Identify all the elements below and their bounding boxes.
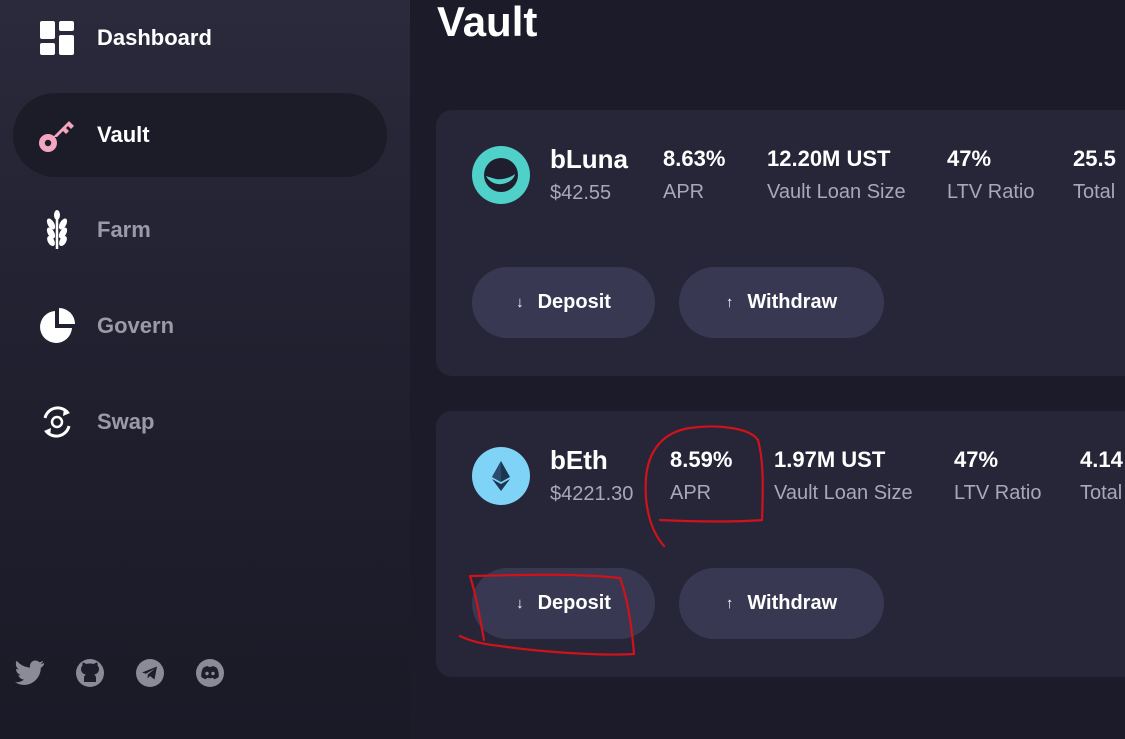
social-links	[14, 657, 226, 689]
sidebar-item-dashboard[interactable]: Dashboard	[13, 0, 387, 80]
stat-value: 1.97M UST	[774, 447, 886, 472]
sidebar-item-label: Dashboard	[97, 25, 212, 50]
sidebar-item-govern[interactable]: Govern	[13, 284, 387, 368]
apr-stat: 8.63% APR	[663, 146, 725, 204]
arrow-up-icon: ↑	[725, 294, 734, 311]
withdraw-button[interactable]: ↑ Withdraw	[679, 267, 884, 338]
withdraw-label: Withdraw	[747, 592, 838, 614]
vault-price: $42.55	[550, 182, 612, 204]
stat-value: 25.5	[1073, 146, 1116, 171]
sidebar-item-swap[interactable]: Swap	[13, 380, 387, 464]
sidebar-item-label: Swap	[97, 409, 155, 434]
withdraw-button[interactable]: ↑ Withdraw	[679, 568, 884, 639]
pie-chart-icon	[37, 306, 77, 346]
arrow-up-icon: ↑	[725, 595, 734, 612]
vault-card-beth: bEth $4221.30 8.59% APR 1.97M UST Vault …	[436, 411, 1125, 677]
stat-value: 8.63%	[663, 146, 726, 171]
total-stat: 4.14 Total	[1080, 447, 1123, 505]
stat-value: 47%	[954, 447, 999, 472]
deposit-button[interactable]: ↓ Deposit	[472, 267, 655, 338]
stat-value: 12.20M UST	[767, 146, 891, 171]
stat-label: Vault Loan Size	[774, 482, 913, 504]
swap-icon	[37, 402, 77, 442]
stat-label: LTV Ratio	[954, 482, 1042, 504]
key-icon	[37, 115, 77, 155]
ltv-ratio-stat: 47% LTV Ratio	[947, 146, 1034, 204]
stat-label: Total	[1080, 482, 1123, 504]
sidebar-item-label: Vault	[97, 122, 150, 147]
sidebar-item-vault[interactable]: Vault	[13, 93, 387, 177]
deposit-label: Deposit	[537, 592, 611, 614]
page-title: Vault	[437, 0, 538, 45]
vault-price: $4221.30	[550, 483, 634, 505]
withdraw-label: Withdraw	[747, 291, 838, 313]
apr-stat: 8.59% APR	[670, 447, 732, 505]
vault-card-bluna: bLuna $42.55 8.63% APR 12.20M UST Vault …	[436, 110, 1125, 376]
deposit-button[interactable]: ↓ Deposit	[472, 568, 655, 639]
stat-label: LTV Ratio	[947, 181, 1035, 203]
dashboard-icon	[37, 18, 77, 58]
loan-size-stat: 1.97M UST Vault Loan Size	[774, 447, 913, 505]
arrow-down-icon: ↓	[516, 294, 524, 311]
twitter-icon[interactable]	[14, 657, 46, 689]
discord-icon[interactable]	[194, 657, 226, 689]
loan-size-stat: 12.20M UST Vault Loan Size	[767, 146, 906, 204]
sidebar-item-label: Farm	[97, 217, 151, 242]
stat-value: 4.14	[1080, 447, 1123, 472]
deposit-label: Deposit	[537, 291, 611, 313]
wheat-icon	[37, 210, 77, 250]
sidebar-item-label: Govern	[97, 313, 175, 338]
sidebar: Dashboard Vault Farm Govern Swap	[0, 0, 410, 739]
github-icon[interactable]	[74, 657, 106, 689]
stat-value: 47%	[947, 146, 992, 171]
stat-label: Vault Loan Size	[767, 181, 906, 203]
stat-label: APR	[663, 181, 705, 203]
telegram-icon[interactable]	[134, 657, 166, 689]
arrow-down-icon: ↓	[516, 595, 524, 612]
total-stat: 25.5 Total	[1073, 146, 1116, 204]
ltv-ratio-stat: 47% LTV Ratio	[954, 447, 1041, 505]
stat-label: Total	[1073, 181, 1116, 203]
ethereum-icon	[472, 447, 530, 505]
stat-label: APR	[670, 482, 712, 504]
stat-value: 8.59%	[670, 447, 733, 472]
vault-name: bEth	[550, 445, 608, 475]
luna-icon	[472, 146, 530, 204]
sidebar-item-farm[interactable]: Farm	[13, 188, 387, 272]
vault-name: bLuna	[550, 144, 628, 174]
